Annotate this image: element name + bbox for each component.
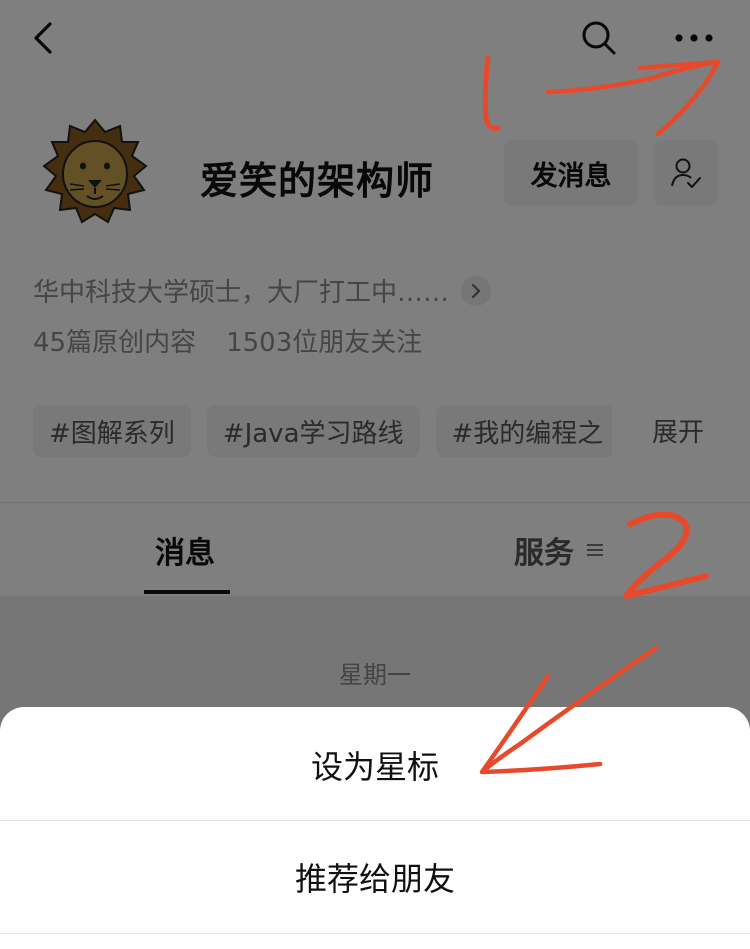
set-as-starred-option[interactable]: 设为星标 [0,709,750,821]
recommend-to-friend-option[interactable]: 推荐给朋友 [0,821,750,933]
action-sheet: 设为星标 推荐给朋友 [0,707,750,949]
divider [0,933,750,934]
